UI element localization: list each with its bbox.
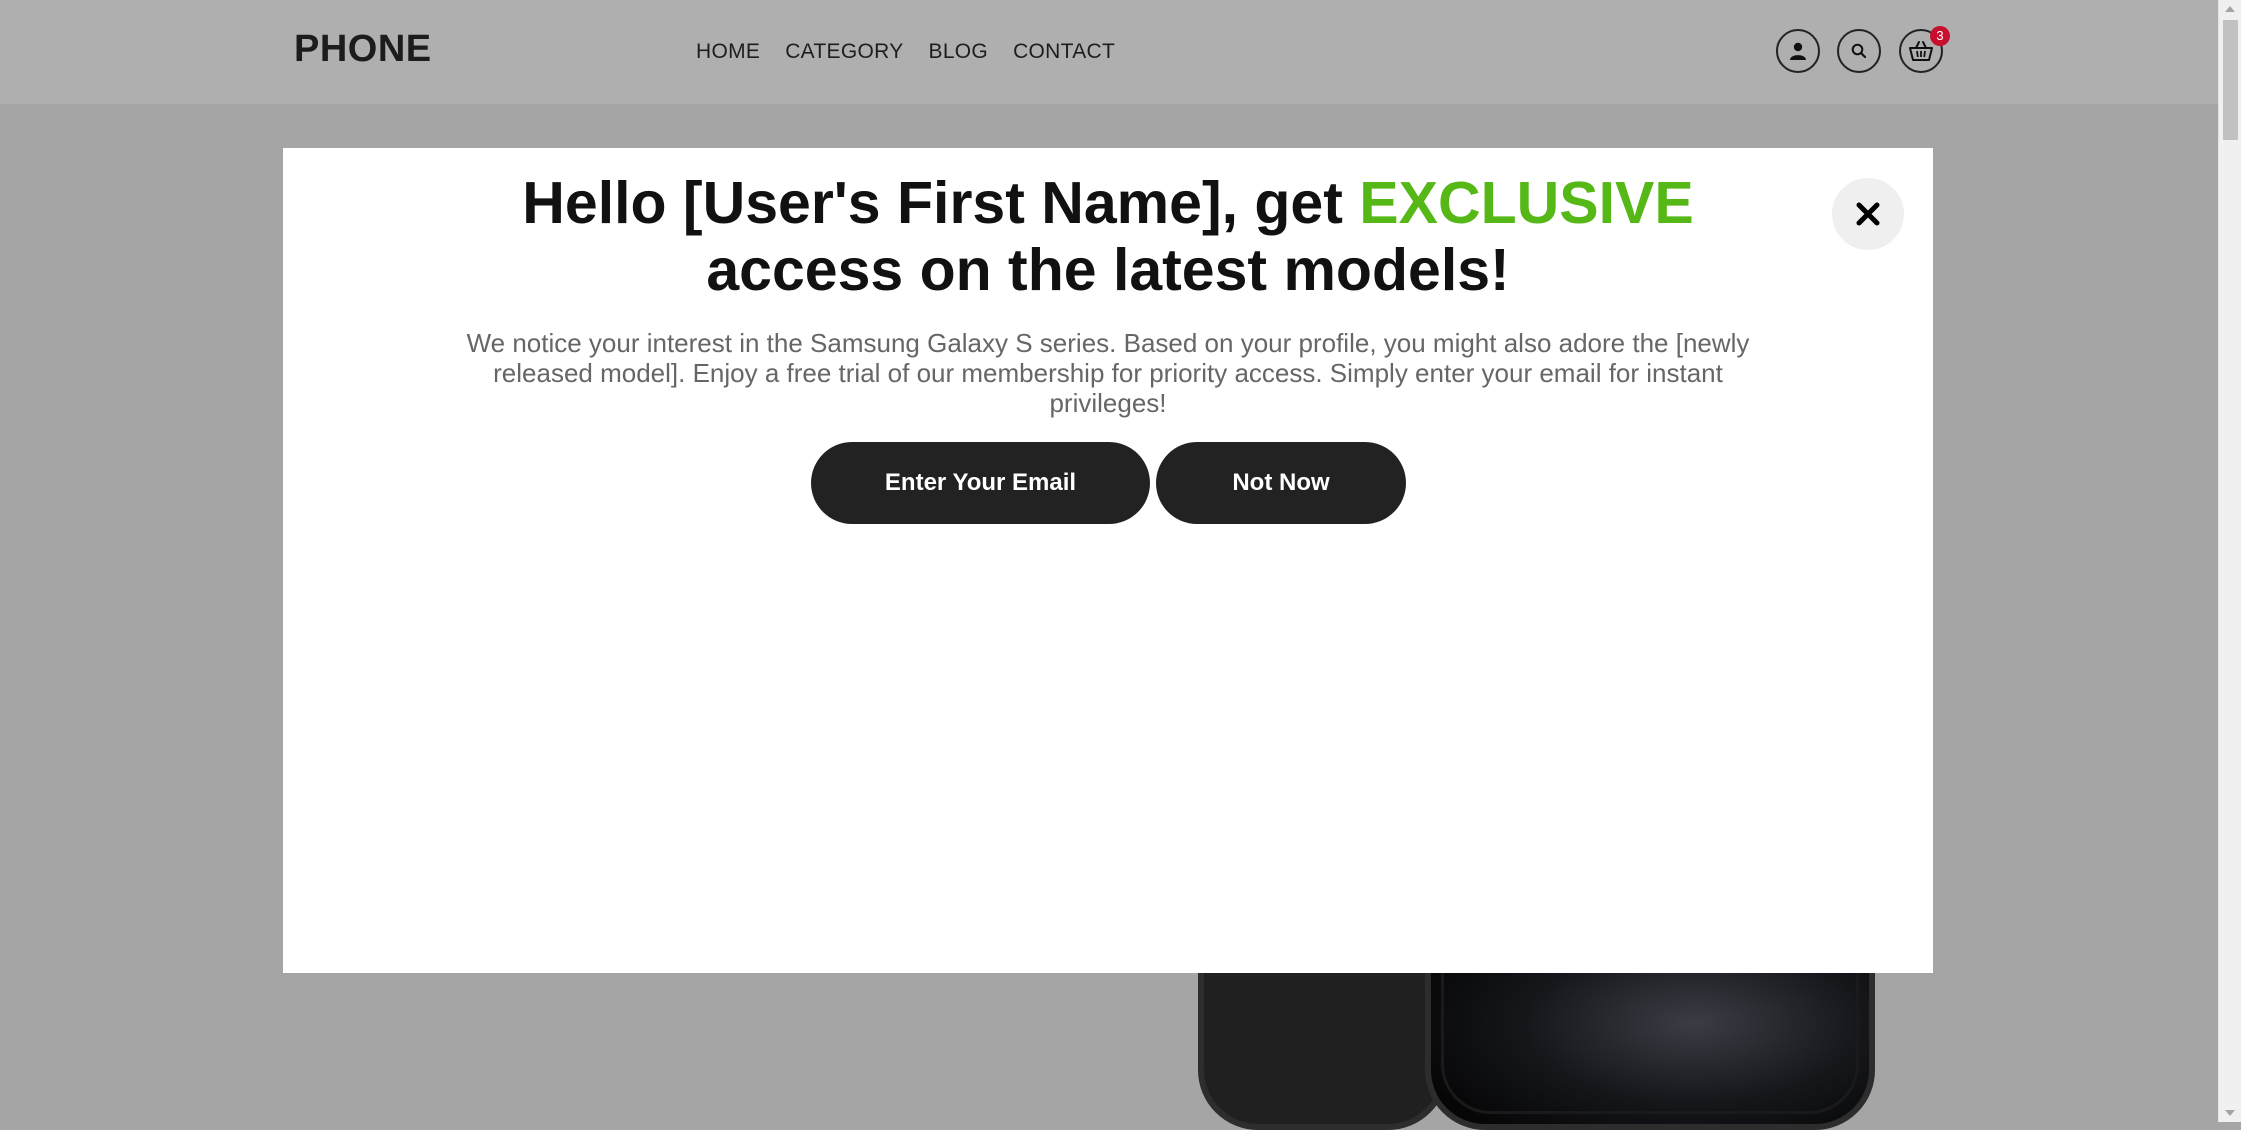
nav-category[interactable]: CATEGORY: [785, 40, 903, 64]
modal-title-intro: Hello [User's First Name], get: [522, 170, 1360, 236]
enter-email-button[interactable]: Enter Your Email: [811, 442, 1150, 524]
nav-contact[interactable]: CONTACT: [1013, 40, 1115, 64]
site-header: PHONE HOME CATEGORY BLOG CONTACT 3: [0, 0, 2218, 104]
modal-description: We notice your interest in the Samsung G…: [466, 328, 1750, 418]
nav-home[interactable]: HOME: [696, 40, 760, 64]
site-logo[interactable]: PHONE: [294, 28, 432, 71]
modal-title: Hello [User's First Name], get EXCLUSIVE…: [283, 170, 1933, 304]
cart-icon: [1909, 41, 1933, 61]
not-now-button[interactable]: Not Now: [1156, 442, 1406, 524]
nav-blog[interactable]: BLOG: [929, 40, 989, 64]
modal-actions: Enter Your Email Not Now: [811, 442, 1406, 524]
cart-count-badge: 3: [1930, 26, 1950, 46]
account-button[interactable]: [1776, 29, 1820, 73]
modal-title-highlight: EXCLUSIVE: [1359, 170, 1694, 236]
modal-close-button[interactable]: [1832, 178, 1904, 250]
scroll-up-arrow[interactable]: [2225, 6, 2235, 12]
page-scrollbar[interactable]: [2218, 0, 2241, 1122]
cart-button[interactable]: 3: [1899, 26, 1950, 73]
close-icon: [1856, 202, 1880, 226]
user-icon: [1790, 42, 1806, 60]
search-icon: [1851, 43, 1867, 59]
main-nav: HOME CATEGORY BLOG CONTACT: [696, 40, 1115, 64]
scroll-thumb[interactable]: [2223, 20, 2238, 140]
search-button[interactable]: [1837, 29, 1881, 73]
promo-modal: Hello [User's First Name], get EXCLUSIVE…: [283, 148, 1933, 973]
scroll-down-arrow[interactable]: [2225, 1110, 2235, 1116]
modal-title-end: access on the latest models!: [706, 237, 1510, 303]
